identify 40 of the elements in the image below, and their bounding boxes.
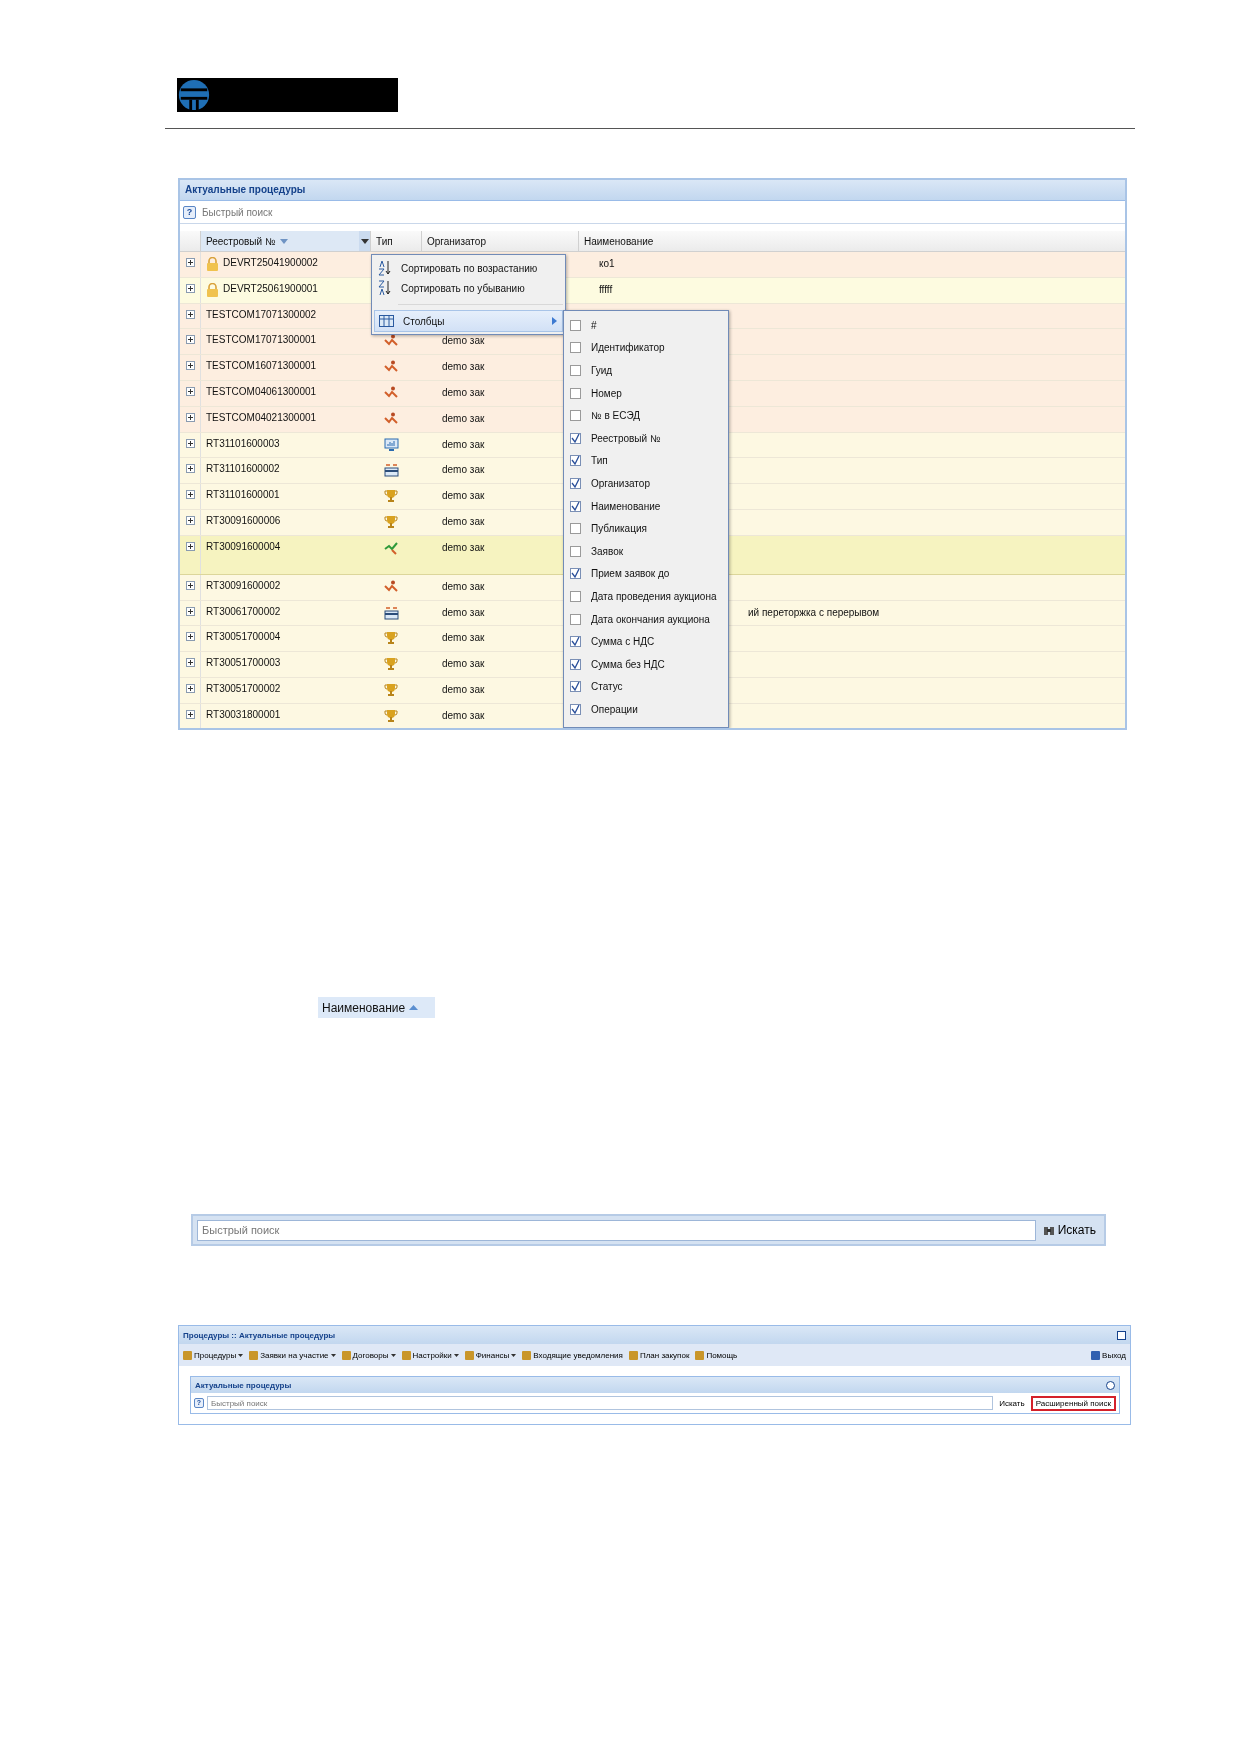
organizer-name: demo зак [442,490,485,502]
procedure-name: ко1 [599,258,615,269]
registry-number: RT31101600001 [206,489,280,501]
organizer-name: demo зак [442,658,485,670]
organizer-name: demo зак [442,541,485,553]
registry-number: RT30091600006 [206,514,281,526]
registry-number: RT30051700002 [206,682,281,694]
organizer-name: demo зак [442,580,485,592]
registry-number: RT31101600003 [206,437,280,449]
registry-number: RT30051700004 [206,631,281,643]
organizer-name: demo зак [442,412,485,424]
panel-title: Актуальные процедуры [180,180,1125,201]
organizer-name: demo зак [442,361,485,373]
window-title: Процедуры :: Актуальные процедуры [183,1330,336,1340]
organizer-name: demo зак [442,464,485,476]
organizer-name: demo зак [442,632,485,644]
procedure-name: fffff [599,283,613,295]
organizer-name: demo зак [442,335,485,347]
organizer-name: demo зак [442,606,485,618]
registry-number: DEVRT25041900002 [223,257,318,268]
procedure-name: ий переторжка с перерывом [748,606,880,618]
registry-number: TESTCOM04061300001 [206,386,317,397]
registry-number: RT30051700003 [206,657,281,669]
organizer-name: demo зак [442,683,485,695]
organizer-name: demo зак [442,438,485,450]
organizer-name: demo зак [442,387,485,398]
registry-number: RT31101600002 [206,463,280,475]
registry-number: TESTCOM16071300001 [206,360,317,372]
panel-title: Актуальные процедуры [195,1380,292,1390]
registry-number: TESTCOM04021300001 [206,411,317,423]
registry-number: TESTCOM17071300001 [206,334,317,346]
registry-number: RT30031800001 [206,708,281,720]
help-icon: ? [183,205,196,219]
organizer-name: demo зак [442,515,485,527]
registry-number: DEVRT25061900001 [223,282,318,294]
registry-number: RT30061700002 [206,605,281,617]
organizer-name: demo зак [442,709,485,721]
registry-number: RT30091600004 [206,540,281,552]
registry-number: RT30091600002 [206,579,281,591]
registry-number: TESTCOM17071300002 [206,308,317,320]
